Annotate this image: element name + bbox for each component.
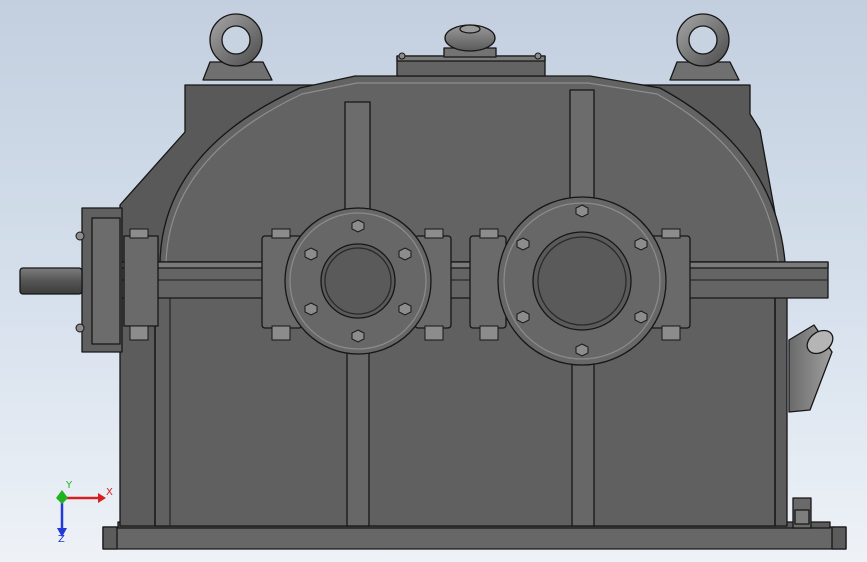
bolt-cap-left-6 <box>398 302 412 316</box>
flange-bolt-2 <box>271 228 291 239</box>
flange-nut-3 <box>424 325 444 341</box>
flange-nut-5 <box>661 325 681 341</box>
lifting-eye-right <box>669 13 740 81</box>
bolt-cap-left-1 <box>351 219 365 233</box>
flange-bolt-3 <box>424 228 444 239</box>
x-axis-label: X <box>106 487 113 498</box>
bolt-cap-right-4 <box>634 237 648 251</box>
bolt-cap-right-5 <box>516 310 530 324</box>
flange-bolt-5 <box>661 228 681 239</box>
bolt-cap-right-1 <box>575 204 589 218</box>
bolt-cap-right-2 <box>575 343 589 357</box>
bolt-cap-left-2 <box>351 329 365 343</box>
lifting-eye-left <box>202 13 273 81</box>
z-axis-label: Z <box>58 534 65 545</box>
oil-pipe <box>788 324 834 413</box>
coordinate-triad: X Y Z <box>50 480 120 546</box>
y-axis-icon <box>56 490 68 504</box>
side-bolt-2 <box>75 323 85 333</box>
side-bolt-1 <box>75 231 85 241</box>
base-plate <box>102 526 847 550</box>
left-boss <box>123 235 159 327</box>
bolt-cap-left-5 <box>304 302 318 316</box>
y-axis-label: Y <box>66 480 73 491</box>
rib-lower-left <box>346 349 370 527</box>
bolt-cap-right-3 <box>516 237 530 251</box>
input-shaft <box>19 267 83 295</box>
bolt-cap-right-6 <box>634 310 648 324</box>
gearbox-model[interactable] <box>0 0 867 562</box>
bolt-cap-left-4 <box>398 247 412 261</box>
bearing-cap-right <box>497 196 667 366</box>
rib-lower-right <box>571 361 595 527</box>
flange-bolt-1 <box>129 228 149 239</box>
flange-nut-1 <box>129 325 149 341</box>
bolt-cap-left-3 <box>304 247 318 261</box>
flange-nut-4 <box>479 325 499 341</box>
flange-bolt-4 <box>479 228 499 239</box>
flange-nut-2 <box>271 325 291 341</box>
graphics-viewport[interactable]: X Y Z <box>0 0 867 562</box>
